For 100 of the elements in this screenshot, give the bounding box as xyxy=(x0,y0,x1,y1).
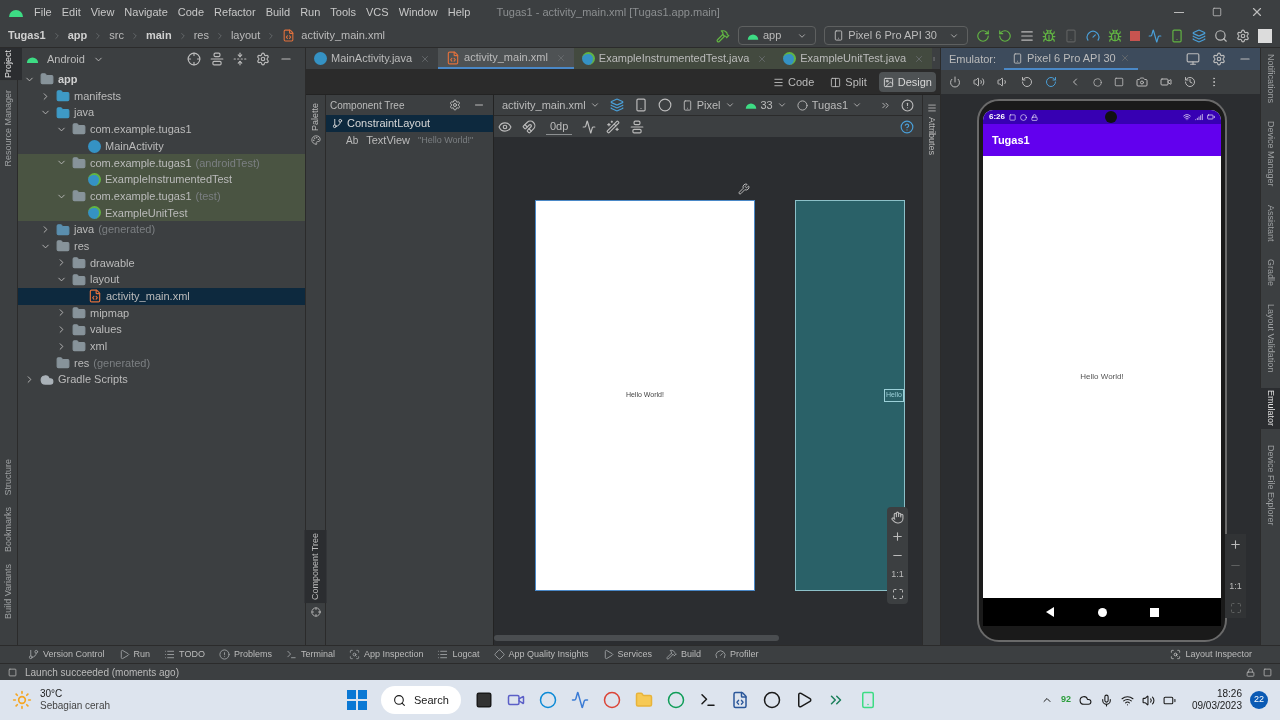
editor-tab[interactable]: ExampleUnitTest.java xyxy=(775,48,933,69)
view-options-icon xyxy=(497,119,512,134)
editor-tab[interactable]: ExampleInstrumentedTest.java xyxy=(573,48,776,69)
tree-item[interactable]: ExampleInstrumentedTest xyxy=(18,171,305,188)
attributes-icon xyxy=(926,103,937,113)
menu-item[interactable]: Navigate xyxy=(124,3,168,21)
tree-item[interactable]: Gradle Scripts xyxy=(18,371,305,389)
breadcrumb-item[interactable]: Tugas1 xyxy=(8,27,46,44)
theme-dropdown[interactable]: Tugas1 xyxy=(796,96,863,114)
tool-window-tab[interactable]: Build Variants xyxy=(0,562,22,621)
tree-item[interactable]: res (generated) xyxy=(18,354,305,372)
restore-icon xyxy=(1212,7,1222,17)
tool-window-button[interactable]: Services xyxy=(602,647,653,662)
default-margin-field[interactable]: 0dp xyxy=(545,117,573,136)
tree-item[interactable]: layout xyxy=(18,271,305,288)
tree-item[interactable]: res xyxy=(18,237,305,255)
zoom-reset-button[interactable]: 1:1 xyxy=(1229,580,1242,594)
breadcrumb-item[interactable]: main xyxy=(145,27,172,44)
tool-window-button[interactable]: Profiler xyxy=(715,647,759,662)
view-mode-button[interactable]: Code xyxy=(769,71,819,93)
palette-tab[interactable]: Palette xyxy=(308,103,323,132)
tool-window-tab[interactable]: Gradle xyxy=(1257,257,1280,289)
zoom-reset-button[interactable]: 1:1 xyxy=(891,568,904,582)
tool-window-tab[interactable]: Bookmarks xyxy=(0,505,22,555)
view-mode-button[interactable]: Design xyxy=(878,71,936,93)
tool-window-tab[interactable]: Structure xyxy=(0,456,22,498)
layout-inspector-button[interactable]: Layout Inspector xyxy=(1170,647,1252,662)
quality-icon xyxy=(493,649,505,660)
component-tree-tab[interactable]: Component Tree xyxy=(304,529,327,603)
view-mode-button[interactable]: Split xyxy=(826,71,871,93)
tool-window-tab[interactable]: Assistant xyxy=(1257,202,1280,244)
minimize-icon[interactable] xyxy=(1174,11,1184,13)
breadcrumb-item[interactable]: app xyxy=(67,27,88,44)
component-tree-item[interactable]: ConstraintLayout xyxy=(326,115,493,132)
menu-item[interactable]: Build xyxy=(265,3,291,21)
tree-item[interactable]: java (generated) xyxy=(18,221,305,238)
tool-window-button[interactable]: Logcat xyxy=(437,647,480,662)
notification-badge[interactable]: 22 xyxy=(1250,691,1268,709)
overview-icon[interactable] xyxy=(1150,607,1160,617)
tree-item[interactable]: xml xyxy=(18,338,305,355)
layout-file-dropdown[interactable]: activity_main.xml xyxy=(501,96,600,114)
run-icon xyxy=(118,649,130,660)
tree-item[interactable]: activity_main.xml xyxy=(18,287,305,305)
menu-item[interactable]: Code xyxy=(177,3,205,21)
tree-item[interactable]: com.example.tugas1 (androidTest) xyxy=(18,154,305,172)
tool-window-button[interactable]: App Inspection xyxy=(348,647,424,662)
run-configuration-dropdown[interactable]: app xyxy=(737,26,817,45)
attributes-tab[interactable]: Attributes xyxy=(924,117,939,156)
menu-item[interactable]: Help xyxy=(447,3,471,21)
back-icon[interactable] xyxy=(1044,607,1055,617)
tool-window-button[interactable]: Run xyxy=(118,647,151,662)
menu-item[interactable]: View xyxy=(90,3,115,21)
device-dropdown[interactable]: Pixel 6 Pro API 30 xyxy=(824,26,968,45)
device-tab[interactable]: Pixel 6 Pro API 30 xyxy=(1004,48,1138,70)
tool-window-tab[interactable]: Notifications xyxy=(1257,52,1280,106)
editor-tab[interactable]: MainActivity.java xyxy=(306,48,439,69)
layout-icon xyxy=(332,118,343,129)
tree-label: res xyxy=(74,355,90,371)
tool-window-tab[interactable]: Project xyxy=(0,48,22,80)
sdk-manager-icon xyxy=(1192,28,1206,43)
editor-tab[interactable]: activity_main.xml xyxy=(438,48,574,69)
tool-window-button[interactable]: TODO xyxy=(164,647,205,662)
tool-window-tab[interactable]: Device Manager xyxy=(1257,119,1280,189)
tool-window-button[interactable]: Build xyxy=(666,647,702,662)
stop-icon[interactable] xyxy=(1130,30,1140,41)
tool-window-button[interactable]: Terminal xyxy=(285,647,335,662)
tool-window-button[interactable]: App Quality Insights xyxy=(493,647,589,662)
component-tree-item[interactable]: Ab TextView "Hello World!" xyxy=(326,132,493,149)
clock-date: 09/03/2023 xyxy=(1191,700,1242,712)
home-icon[interactable] xyxy=(1098,607,1107,617)
menu-item[interactable]: Window xyxy=(398,3,438,21)
project-view-dropdown[interactable]: Android xyxy=(47,50,85,68)
tree-item[interactable]: mipmap xyxy=(18,304,305,322)
start-icon[interactable] xyxy=(347,690,367,710)
tool-window-tab[interactable]: Layout Validation xyxy=(1257,302,1280,375)
menu-item[interactable]: Refactor xyxy=(214,3,256,21)
menu-item[interactable]: File xyxy=(34,3,52,21)
tree-label: Gradle Scripts xyxy=(58,372,128,388)
taskbar-search[interactable]: Search xyxy=(381,686,461,714)
breadcrumb-item[interactable]: activity_main.xml xyxy=(301,27,385,44)
tool-window-tab[interactable]: Device File Explorer xyxy=(1257,442,1280,528)
api-level-dropdown[interactable]: 33 xyxy=(744,96,787,114)
breadcrumb-item[interactable]: res xyxy=(193,27,209,44)
camera-hole xyxy=(1104,111,1117,123)
tree-item[interactable]: values xyxy=(18,321,305,338)
avatar[interactable] xyxy=(1258,28,1272,43)
tool-window-button[interactable]: Version Control xyxy=(28,647,105,662)
breadcrumb-item[interactable]: src xyxy=(109,27,124,44)
breadcrumb-item[interactable]: layout xyxy=(230,27,261,44)
menu-item[interactable]: Tools xyxy=(330,3,356,21)
resource-folder-icon xyxy=(56,239,70,254)
menu-item[interactable]: Edit xyxy=(61,3,81,21)
tree-item[interactable]: drawable xyxy=(18,254,305,272)
menu-item[interactable]: Run xyxy=(300,3,321,21)
horizontal-scrollbar[interactable] xyxy=(493,635,779,641)
tree-label: drawable xyxy=(90,255,135,271)
menu-item[interactable]: VCS xyxy=(366,3,389,21)
tool-window-button[interactable]: Problems xyxy=(218,647,272,662)
device-dropdown[interactable]: Pixel xyxy=(681,96,735,114)
wrench-icon xyxy=(737,183,750,195)
